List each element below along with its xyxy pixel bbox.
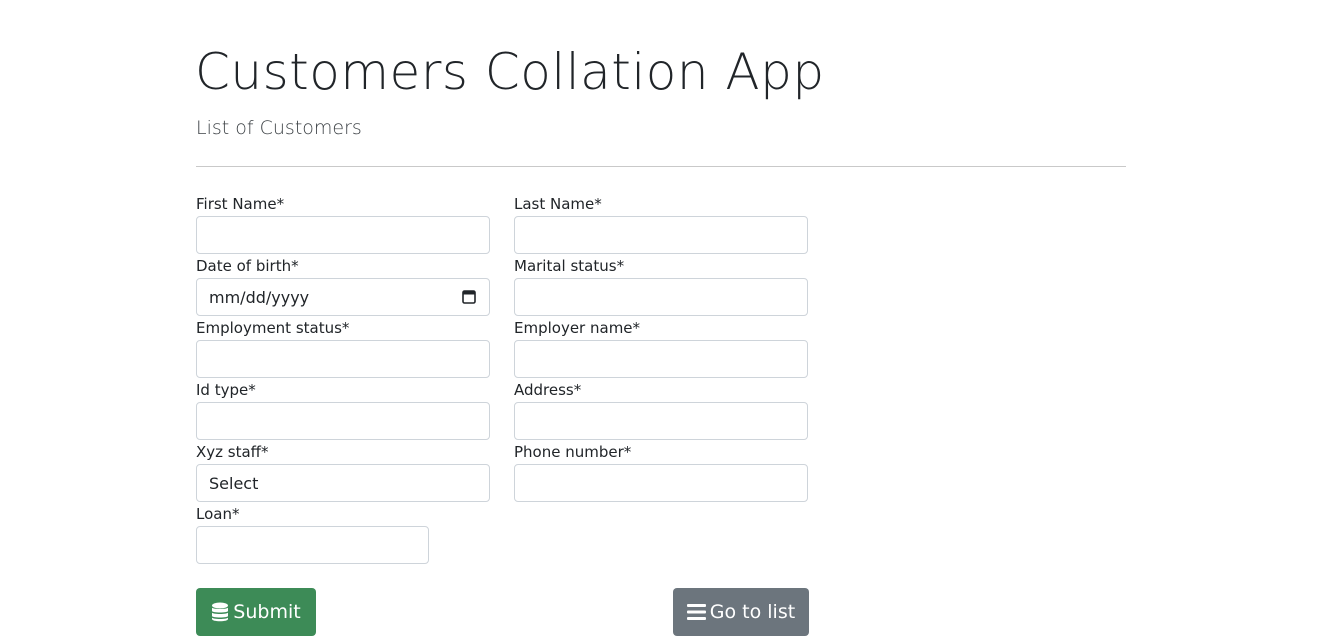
first-name-label: First Name* [196,195,285,213]
list-icon [686,604,706,620]
submit-button[interactable]: Submit [196,588,316,636]
id-type-input[interactable] [196,402,490,440]
date-of-birth-label: Date of birth* [196,257,299,275]
header-divider [196,166,1126,167]
go-to-list-button-label: Go to list [709,601,796,623]
loan-input[interactable] [196,526,429,564]
page-title: Customers Collation App [195,43,825,101]
xyz-staff-selected-value: Select [209,473,259,493]
go-to-list-button[interactable]: Go to list [673,588,809,636]
first-name-input[interactable] [196,216,490,254]
xyz-staff-select[interactable]: Select [196,464,490,502]
id-type-label: Id type* [196,381,256,399]
loan-label: Loan* [196,505,240,523]
last-name-input[interactable] [514,216,808,254]
app-container: Customers Collation App List of Customer… [0,0,1322,636]
employment-status-label: Employment status* [196,319,350,337]
database-icon [211,602,229,622]
xyz-staff-label: Xyz staff* [196,443,269,461]
date-of-birth-input[interactable]: mm/dd/yyyy [196,278,490,316]
marital-status-input[interactable] [514,278,808,316]
submit-button-label: Submit [233,601,301,623]
calendar-icon[interactable] [461,289,477,305]
date-of-birth-placeholder: mm/dd/yyyy [209,287,310,307]
marital-status-label: Marital status* [514,257,625,275]
address-label: Address* [514,381,582,399]
phone-number-label: Phone number* [514,443,632,461]
employer-name-label: Employer name* [514,319,641,337]
phone-number-input[interactable] [514,464,808,502]
employment-status-input[interactable] [196,340,490,378]
last-name-label: Last Name* [514,195,602,213]
employer-name-input[interactable] [514,340,808,378]
address-input[interactable] [514,402,808,440]
page-subtitle: List of Customers [196,117,362,139]
